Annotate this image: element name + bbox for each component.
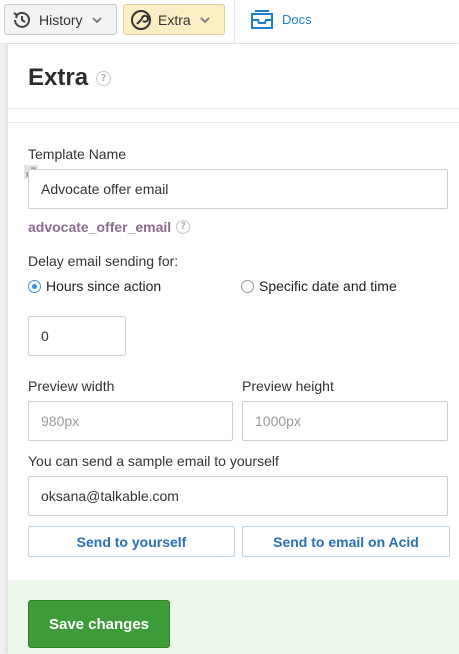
- extra-panel: Extra ? Template Name advocate_offer_ema…: [8, 44, 459, 654]
- panel-title-text: Extra: [28, 64, 89, 91]
- radio-specific-label: Specific date and time: [259, 278, 397, 294]
- clock-icon: [13, 11, 30, 28]
- panel-footer: Save changes: [8, 580, 459, 654]
- docs-link[interactable]: Docs: [250, 8, 312, 30]
- history-label: History: [39, 11, 83, 28]
- radio-button-selected[interactable]: [28, 279, 41, 293]
- template-slug: advocate_offer_email ?: [28, 219, 191, 235]
- toolbar-divider: [234, 0, 235, 44]
- preview-width-input[interactable]: [28, 401, 233, 441]
- toolbar: History Extra Docs: [0, 0, 459, 44]
- help-icon[interactable]: ?: [176, 220, 191, 234]
- radio-specific-date[interactable]: Specific date and time: [241, 278, 397, 294]
- save-changes-button[interactable]: Save changes: [28, 600, 170, 648]
- divider: [8, 122, 459, 123]
- template-name-input[interactable]: [28, 169, 448, 209]
- sample-email-label: You can send a sample email to yourself: [28, 453, 279, 469]
- sample-email-input[interactable]: [28, 476, 448, 516]
- wrench-icon: [131, 9, 151, 30]
- inbox-icon: [251, 10, 273, 29]
- radio-hours-label: Hours since action: [46, 278, 162, 294]
- chevron-down-icon: [91, 16, 102, 23]
- preview-height-label: Preview height: [242, 378, 334, 394]
- preview-height-input[interactable]: [242, 401, 448, 441]
- hours-input[interactable]: [28, 316, 126, 356]
- preview-width-label: Preview width: [28, 378, 115, 394]
- delay-label: Delay email sending for:: [28, 253, 179, 269]
- history-button[interactable]: History: [4, 4, 117, 35]
- help-icon[interactable]: ?: [96, 70, 112, 86]
- radio-hours-since-action[interactable]: Hours since action: [28, 278, 161, 294]
- panel-title: Extra ?: [28, 64, 112, 92]
- background-page-edge: [0, 44, 8, 654]
- send-to-acid-button[interactable]: Send to email on Acid: [242, 526, 450, 557]
- template-name-label: Template Name: [28, 146, 127, 162]
- radio-button[interactable]: [241, 279, 254, 293]
- divider: [8, 108, 459, 109]
- extra-button[interactable]: Extra: [123, 4, 225, 35]
- chevron-down-icon: [200, 16, 210, 23]
- template-slug-text: advocate_offer_email: [28, 219, 172, 235]
- docs-label: Docs: [282, 11, 312, 27]
- send-to-yourself-button[interactable]: Send to yourself: [28, 526, 235, 557]
- extra-label: Extra: [158, 11, 191, 28]
